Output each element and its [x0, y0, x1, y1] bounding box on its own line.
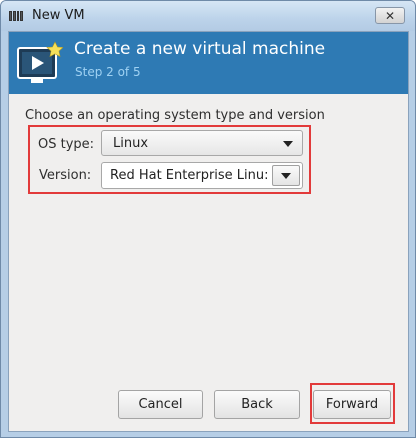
wizard-banner: Create a new virtual machine Step 2 of 5 [9, 32, 408, 94]
wizard-title: Create a new virtual machine [74, 39, 326, 59]
os-type-select[interactable]: Linux [101, 130, 303, 156]
version-combo [101, 162, 303, 189]
section-label: Choose an operating system type and vers… [25, 108, 325, 123]
chevron-down-icon [283, 141, 293, 147]
virtual-machine-icon [17, 41, 63, 83]
wizard-step: Step 2 of 5 [75, 65, 141, 79]
version-label: Version: [39, 168, 92, 183]
title-bar[interactable]: New VM ✕ [1, 1, 415, 31]
window-title: New VM [32, 8, 85, 23]
app-icon [9, 11, 23, 21]
dialog-content: Create a new virtual machine Step 2 of 5… [8, 31, 409, 432]
os-type-value: Linux [113, 136, 149, 151]
cancel-button[interactable]: Cancel [118, 390, 203, 419]
close-icon: ✕ [384, 8, 396, 23]
version-dropdown-button[interactable] [272, 165, 300, 186]
close-button[interactable]: ✕ [375, 7, 405, 24]
version-input[interactable] [104, 165, 267, 186]
os-type-label: OS type: [38, 137, 95, 152]
back-button[interactable]: Back [214, 390, 300, 419]
new-vm-window: New VM ✕ Create a new virtual machine St… [0, 0, 416, 438]
forward-button[interactable]: Forward [313, 390, 391, 419]
chevron-down-icon [281, 173, 291, 179]
